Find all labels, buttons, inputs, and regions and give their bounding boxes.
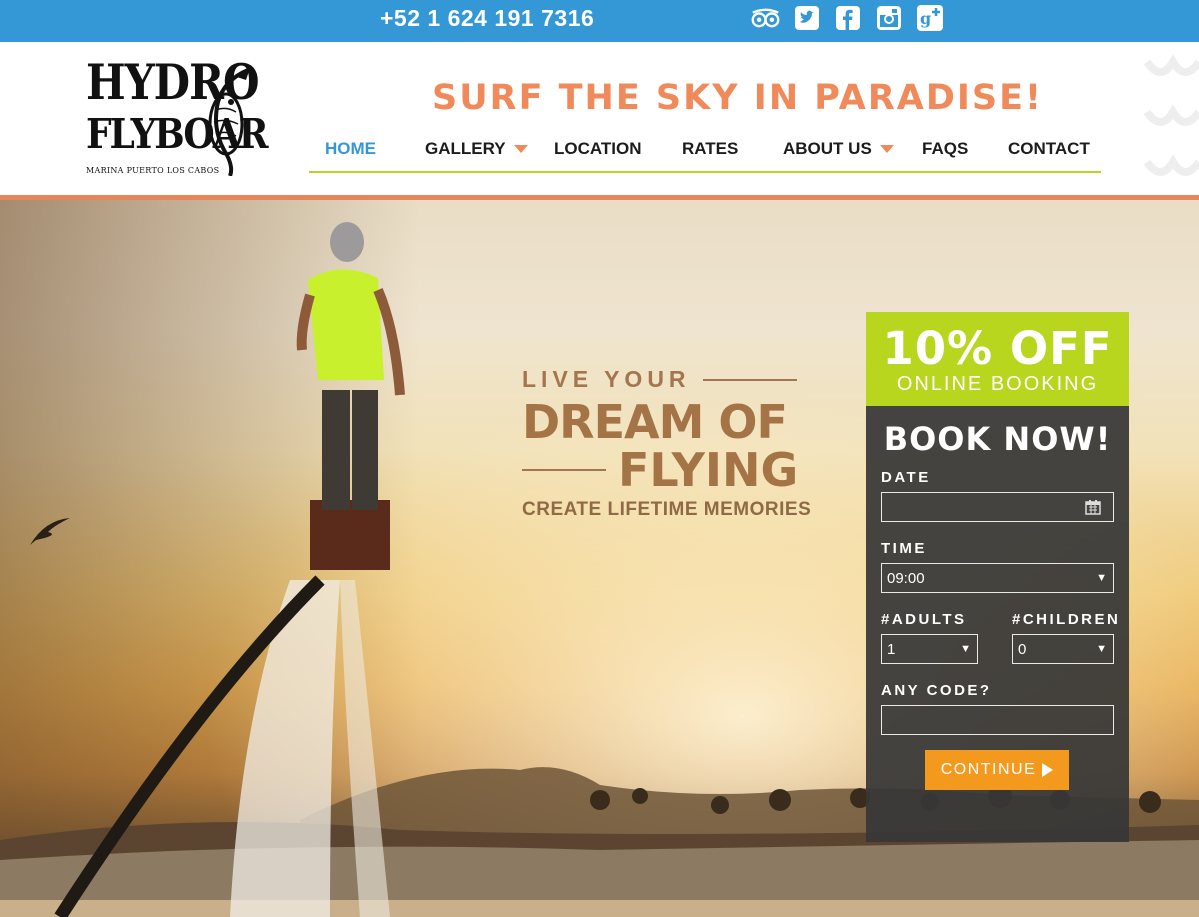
select-arrow-icon: ▼ [960,643,971,655]
continue-label: CONTINUE [940,761,1037,778]
instagram-icon[interactable] [873,4,904,32]
slogan-line-4: CREATE LIFETIME MEMORIES [522,499,812,520]
promo-banner: 10% OFF ONLINE BOOKING [866,312,1129,406]
slogan-divider [522,469,606,471]
time-select[interactable]: 09:00 ▼ [881,563,1114,593]
dropdown-caret-icon [513,145,528,153]
date-label: DATE [881,469,931,486]
hero-slogan: LIVE YOUR DREAM OF FLYING CREATE LIFETIM… [522,366,822,521]
nav-item-label: ABOUT US [783,139,872,158]
play-arrow-icon [1042,763,1054,777]
nav-item-about-us[interactable]: ABOUT US [783,139,894,159]
booking-widget: 10% OFF ONLINE BOOKING BOOK NOW! DATE TI… [866,312,1129,842]
site-header: HYDRO FLYBOAR MARINA PUERTO LOS CABOS SU… [0,42,1199,196]
children-value: 0 [1018,640,1027,658]
continue-button[interactable]: CONTINUE [925,750,1069,790]
slogan-divider [702,378,797,381]
promo-title: 10% OFF [882,322,1113,375]
nav-item-label: FAQS [922,139,969,158]
nav-item-gallery[interactable]: GALLERY [425,139,528,159]
hydro-flyboard-logo[interactable]: HYDRO FLYBOAR MARINA PUERTO LOS CABOS [84,52,269,182]
promo-subtitle: ONLINE BOOKING [896,373,1099,395]
svg-text:g: g [920,9,931,28]
site-tagline: SURF THE SKY IN PARADISE! [432,78,1044,118]
nav-item-label: LOCATION [554,139,642,158]
main-navigation: HOME GALLERY LOCATION RATES ABOUT US FAQ… [309,135,1101,173]
children-select[interactable]: 0 ▼ [1012,634,1114,664]
top-bar: +52 1 624 191 7316 g [0,0,1199,42]
adults-select[interactable]: 1 ▼ [881,634,978,664]
code-input[interactable] [881,705,1114,735]
tripadvisor-icon[interactable] [750,4,781,32]
date-field[interactable] [881,492,1114,522]
adults-label: #ADULTS [881,611,967,628]
facebook-icon[interactable] [832,4,863,32]
children-label: #CHILDREN [1012,611,1121,628]
nav-item-label: RATES [682,139,739,158]
adults-value: 1 [887,640,896,658]
time-label: TIME [881,540,927,557]
slogan-line-2: DREAM OF [522,395,788,449]
select-arrow-icon: ▼ [1096,572,1107,584]
slogan-line-3: FLYING [618,443,799,497]
nav-item-location[interactable]: LOCATION [554,139,642,159]
google-plus-icon[interactable]: g [914,4,945,32]
nav-item-faqs[interactable]: FAQS [922,139,968,159]
decorative-wave-pattern [1143,54,1199,176]
nav-item-label: HOME [325,139,376,158]
nav-item-contact[interactable]: CONTACT [1008,139,1090,159]
nav-item-home[interactable]: HOME [325,139,376,159]
calendar-icon[interactable] [1085,499,1101,515]
phone-number[interactable]: +52 1 624 191 7316 [380,5,594,32]
dropdown-caret-icon [879,145,894,153]
nav-item-label: GALLERY [425,139,506,158]
time-value: 09:00 [887,569,925,587]
nav-item-label: CONTACT [1008,139,1090,158]
booking-title: BOOK NOW! [883,420,1112,458]
code-label: ANY CODE? [881,682,992,699]
fish-emblem-icon [208,68,250,176]
select-arrow-icon: ▼ [1096,643,1107,655]
social-links: g [750,4,945,32]
nav-item-rates[interactable]: RATES [682,139,738,159]
twitter-icon[interactable] [791,4,822,32]
slogan-line-1: LIVE YOUR [522,366,691,392]
